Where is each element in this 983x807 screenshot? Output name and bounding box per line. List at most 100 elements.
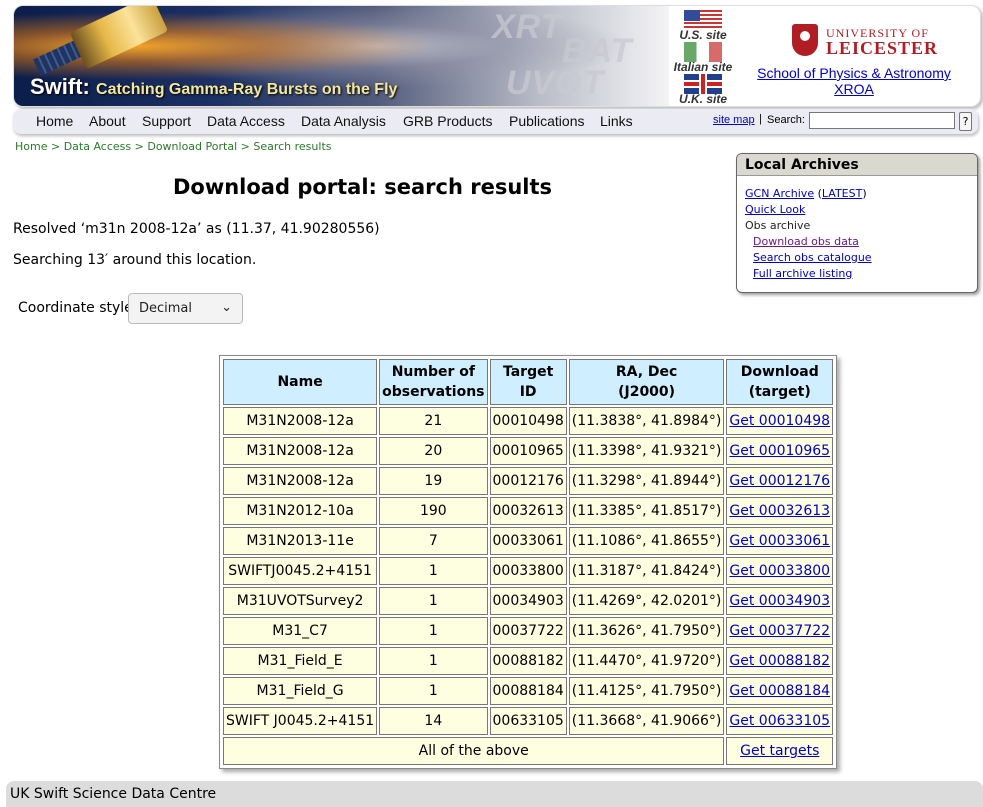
target-id: 00037722: [489, 617, 567, 645]
get-target-link[interactable]: Get 00033061: [729, 533, 830, 549]
swift-banner-image[interactable]: XRT BAT UVOT Swift: Catching Gamma-Ray B…: [14, 6, 669, 106]
obs-count: 7: [379, 527, 488, 555]
banner-title: Swift: Catching Gamma-Ray Bursts on the …: [30, 74, 398, 99]
get-target-link[interactable]: Get 00012176: [729, 473, 830, 489]
target-id: 00633105: [489, 707, 567, 735]
target-coords: (11.1086°, 41.8655°): [568, 527, 725, 555]
col-name: Name: [223, 359, 378, 405]
all-above-label: All of the above: [223, 737, 725, 765]
instrument-label: UVOT: [506, 64, 605, 102]
download-obs-data-link[interactable]: Download obs data: [753, 235, 859, 248]
school-physics-link[interactable]: School of Physics & Astronomy: [757, 65, 951, 81]
get-target-link[interactable]: Get 00633105: [729, 713, 830, 729]
gcn-archive-link[interactable]: GCN Archive: [745, 187, 814, 200]
coordinate-style-label: Coordinate style: [18, 300, 133, 316]
target-name: M31N2008-12a: [223, 467, 378, 495]
full-archive-listing-link[interactable]: Full archive listing: [753, 267, 852, 280]
target-coords: (11.3626°, 41.7950°): [568, 617, 725, 645]
coordinate-style-select[interactable]: Decimal ⌄: [128, 293, 243, 324]
results-table: Name Number of observations Target ID RA,…: [219, 355, 838, 769]
breadcrumb-home[interactable]: Home: [15, 140, 47, 153]
page-title: Download portal: search results: [172, 175, 553, 199]
target-name: M31N2008-12a: [223, 437, 378, 465]
table-row-all: All of the above Get targets: [223, 737, 834, 765]
col-radec: RA, Dec (J2000): [568, 359, 725, 405]
nav-links[interactable]: Links: [600, 113, 633, 129]
university-logo[interactable]: UNIVERSITY OF LEICESTER: [792, 24, 937, 60]
breadcrumb-current: Search results: [253, 140, 332, 153]
table-row: M31_Field_E 1 00088182 (11.4470°, 41.972…: [223, 647, 834, 675]
get-target-link[interactable]: Get 00032613: [729, 503, 830, 519]
nav-publications[interactable]: Publications: [509, 113, 585, 129]
gcn-latest-link[interactable]: LATEST: [822, 187, 862, 200]
italy-flag-icon[interactable]: [684, 42, 722, 62]
nav-data-access[interactable]: Data Access: [207, 113, 285, 129]
site-map-link[interactable]: site map: [713, 114, 755, 126]
target-coords: (11.4269°, 42.0201°): [568, 587, 725, 615]
breadcrumb-download-portal[interactable]: Download Portal: [147, 140, 237, 153]
satellite-graphic: [69, 6, 169, 70]
italian-site-link[interactable]: Italian site: [663, 60, 743, 74]
target-name: M31N2013-11e: [223, 527, 378, 555]
school-link[interactable]: School of Physics & Astronomy XROA: [754, 65, 954, 97]
search-obs-catalogue-link[interactable]: Search obs catalogue: [753, 251, 872, 264]
coordinate-style-value: Decimal: [139, 301, 193, 316]
main-nav: Home About Support Data Access Data Anal…: [13, 109, 978, 134]
nav-home[interactable]: Home: [36, 113, 73, 129]
table-row: M31_Field_G 1 00088184 (11.4125°, 41.795…: [223, 677, 834, 705]
get-target-link[interactable]: Get 00088184: [729, 683, 830, 699]
table-row: M31UVOTSurvey2 1 00034903 (11.4269°, 42.…: [223, 587, 834, 615]
table-row: M31N2008-12a 21 00010498 (11.3838°, 41.8…: [223, 407, 834, 435]
table-row: M31N2012-10a 190 00032613 (11.3385°, 41.…: [223, 497, 834, 525]
xroa-link[interactable]: XROA: [834, 81, 874, 97]
uk-flag-icon[interactable]: [684, 74, 722, 94]
col-nobs: Number of observations: [379, 359, 488, 405]
target-coords: (11.3385°, 41.8517°): [568, 497, 725, 525]
nav-data-analysis[interactable]: Data Analysis: [301, 113, 386, 129]
target-id: 00032613: [489, 497, 567, 525]
get-target-link[interactable]: Get 00088182: [729, 653, 830, 669]
get-target-link[interactable]: Get 00037722: [729, 623, 830, 639]
target-id: 00033800: [489, 557, 567, 585]
quick-look-link[interactable]: Quick Look: [745, 203, 805, 216]
obs-count: 190: [379, 497, 488, 525]
target-coords: (11.3668°, 41.9066°): [568, 707, 725, 735]
col-download: Download (target): [726, 359, 834, 405]
obs-count: 1: [379, 647, 488, 675]
target-id: 00088182: [489, 647, 567, 675]
target-coords: (11.3838°, 41.8984°): [568, 407, 725, 435]
target-name: M31N2008-12a: [223, 407, 378, 435]
us-site-link[interactable]: U.S. site: [663, 28, 743, 42]
target-name: M31_Field_G: [223, 677, 378, 705]
get-target-link[interactable]: Get 00033800: [729, 563, 830, 579]
uk-site-link[interactable]: U.K. site: [663, 92, 743, 106]
nav-support[interactable]: Support: [142, 113, 191, 129]
breadcrumb-data-access[interactable]: Data Access: [64, 140, 131, 153]
us-flag-icon[interactable]: [684, 10, 722, 30]
target-id: 00088184: [489, 677, 567, 705]
target-coords: (11.3398°, 41.9321°): [568, 437, 725, 465]
table-row: M31N2008-12a 20 00010965 (11.3398°, 41.9…: [223, 437, 834, 465]
get-target-link[interactable]: Get 00010965: [729, 443, 830, 459]
obs-count: 14: [379, 707, 488, 735]
obs-count: 1: [379, 617, 488, 645]
obs-count: 20: [379, 437, 488, 465]
search-help-button[interactable]: ?: [959, 112, 972, 131]
chevron-down-icon: ⌄: [221, 300, 232, 315]
nav-about[interactable]: About: [89, 113, 126, 129]
target-id: 00034903: [489, 587, 567, 615]
target-name: M31_Field_E: [223, 647, 378, 675]
obs-count: 1: [379, 677, 488, 705]
get-target-link[interactable]: Get 00034903: [729, 593, 830, 609]
nav-grb-products[interactable]: GRB Products: [403, 113, 492, 129]
target-name: SWIFTJ0045.2+4151: [223, 557, 378, 585]
target-id: 00010498: [489, 407, 567, 435]
get-target-link[interactable]: Get 00010498: [729, 413, 830, 429]
search-input[interactable]: [809, 112, 955, 129]
instrument-label: XRT: [492, 8, 563, 46]
local-archives-box: Local Archives GCN Archive (LATEST) Quic…: [736, 153, 978, 293]
breadcrumb: Home > Data Access > Download Portal > S…: [15, 140, 332, 153]
target-name: M31UVOTSurvey2: [223, 587, 378, 615]
get-targets-link[interactable]: Get targets: [740, 743, 819, 759]
banner-subtitle: Catching Gamma-Ray Bursts on the Fly: [96, 81, 398, 98]
